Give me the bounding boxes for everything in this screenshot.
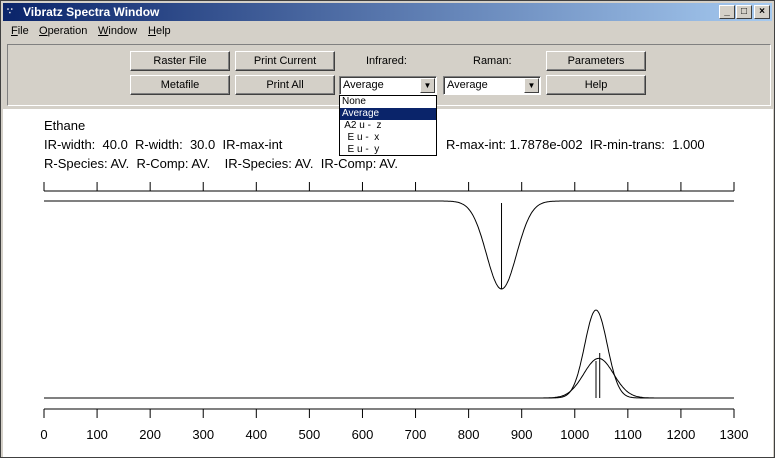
menu-help[interactable]: Help (148, 25, 171, 37)
close-button[interactable]: × (754, 5, 770, 19)
dropdown-option-eu-y[interactable]: E u - y (340, 144, 436, 156)
help-button[interactable]: Help (546, 75, 646, 95)
dropdown-option-a2u-z[interactable]: A2 u - z (340, 120, 436, 132)
chevron-down-icon[interactable]: ▼ (524, 78, 539, 93)
infrared-select-value: Average (343, 79, 384, 91)
x-tick-label: 600 (352, 427, 374, 442)
x-tick-label: 400 (245, 427, 267, 442)
raman-spectrum-curve-1 (44, 309, 734, 399)
x-tick-label: 1000 (560, 427, 589, 442)
menu-window-rest: indow (108, 25, 138, 37)
dropdown-option-none[interactable]: None (340, 96, 436, 108)
raman-select[interactable]: Average ▼ (443, 76, 541, 95)
menu-file[interactable]: File (11, 25, 29, 37)
menu-operation[interactable]: Operation (39, 25, 87, 37)
x-tick-label: 200 (139, 427, 161, 442)
spectra-plot: 0 100 200 300 400 500 600 700 800 900 1000 1100 1200… (40, 182, 749, 442)
spectra-window: ∵ Vibratz Spectra Window _ □ × File Oper… (0, 0, 775, 458)
spectra-canvas: Ethane IR-width: 40.0 R-width: 30.0 IR-m… (3, 109, 773, 457)
x-tick-label: 1300 (720, 427, 749, 442)
menu-bar: File Operation Window Help (3, 23, 772, 41)
infrared-select[interactable]: Average ▼ (339, 76, 437, 95)
menu-operation-rest: peration (47, 25, 88, 37)
x-tick-label: 1200 (666, 427, 695, 442)
x-axis: 0 100 200 300 400 500 600 700 800 900 1000 1100 1200… (40, 408, 749, 442)
ir-spectrum-curve (44, 200, 734, 290)
raman-label: Raman: (473, 55, 512, 67)
window-title: Vibratz Spectra Window (23, 5, 160, 19)
print-all-button[interactable]: Print All (235, 75, 335, 95)
dropdown-option-eu-x[interactable]: E u - x (340, 132, 436, 144)
menu-file-rest: ile (17, 25, 29, 37)
x-tick-label: 1100 (614, 427, 642, 442)
x-tick-label: 800 (458, 427, 480, 442)
x-tick-label: 500 (299, 427, 321, 442)
raman-select-value: Average (447, 79, 488, 91)
x-tick-label: 100 (86, 427, 108, 442)
dropdown-option-average[interactable]: Average (340, 108, 436, 120)
menu-help-key: H (148, 25, 156, 37)
infrared-label: Infrared: (366, 55, 407, 67)
ir-top-axis (43, 182, 735, 192)
print-current-button[interactable]: Print Current (235, 51, 335, 71)
parameters-button[interactable]: Parameters (546, 51, 646, 71)
raman-stick-group (595, 353, 601, 398)
chevron-down-icon[interactable]: ▼ (420, 78, 435, 93)
x-tick-label: 700 (405, 427, 427, 442)
menu-window-key: W (98, 25, 109, 37)
menu-help-rest: elp (155, 25, 171, 37)
infrared-dropdown-list[interactable]: None Average A2 u - z E u - x E u - y (339, 95, 437, 156)
minimize-button[interactable]: _ (719, 5, 735, 19)
x-tick-label: 300 (192, 427, 214, 442)
menu-operation-key: O (39, 25, 48, 37)
x-tick-label: 0 (40, 427, 47, 442)
maximize-button[interactable]: □ (736, 5, 752, 19)
app-icon: ∵ (7, 6, 13, 16)
menu-window[interactable]: Window (98, 25, 137, 37)
raman-spectrum-curve-2 (44, 357, 734, 399)
x-tick-label: 900 (511, 427, 533, 442)
menu-file-key: F (11, 25, 18, 37)
raster-file-button[interactable]: Raster File (130, 51, 230, 71)
metafile-button[interactable]: Metafile (130, 75, 230, 95)
title-bar[interactable]: ∵ Vibratz Spectra Window _ □ × (3, 3, 772, 21)
